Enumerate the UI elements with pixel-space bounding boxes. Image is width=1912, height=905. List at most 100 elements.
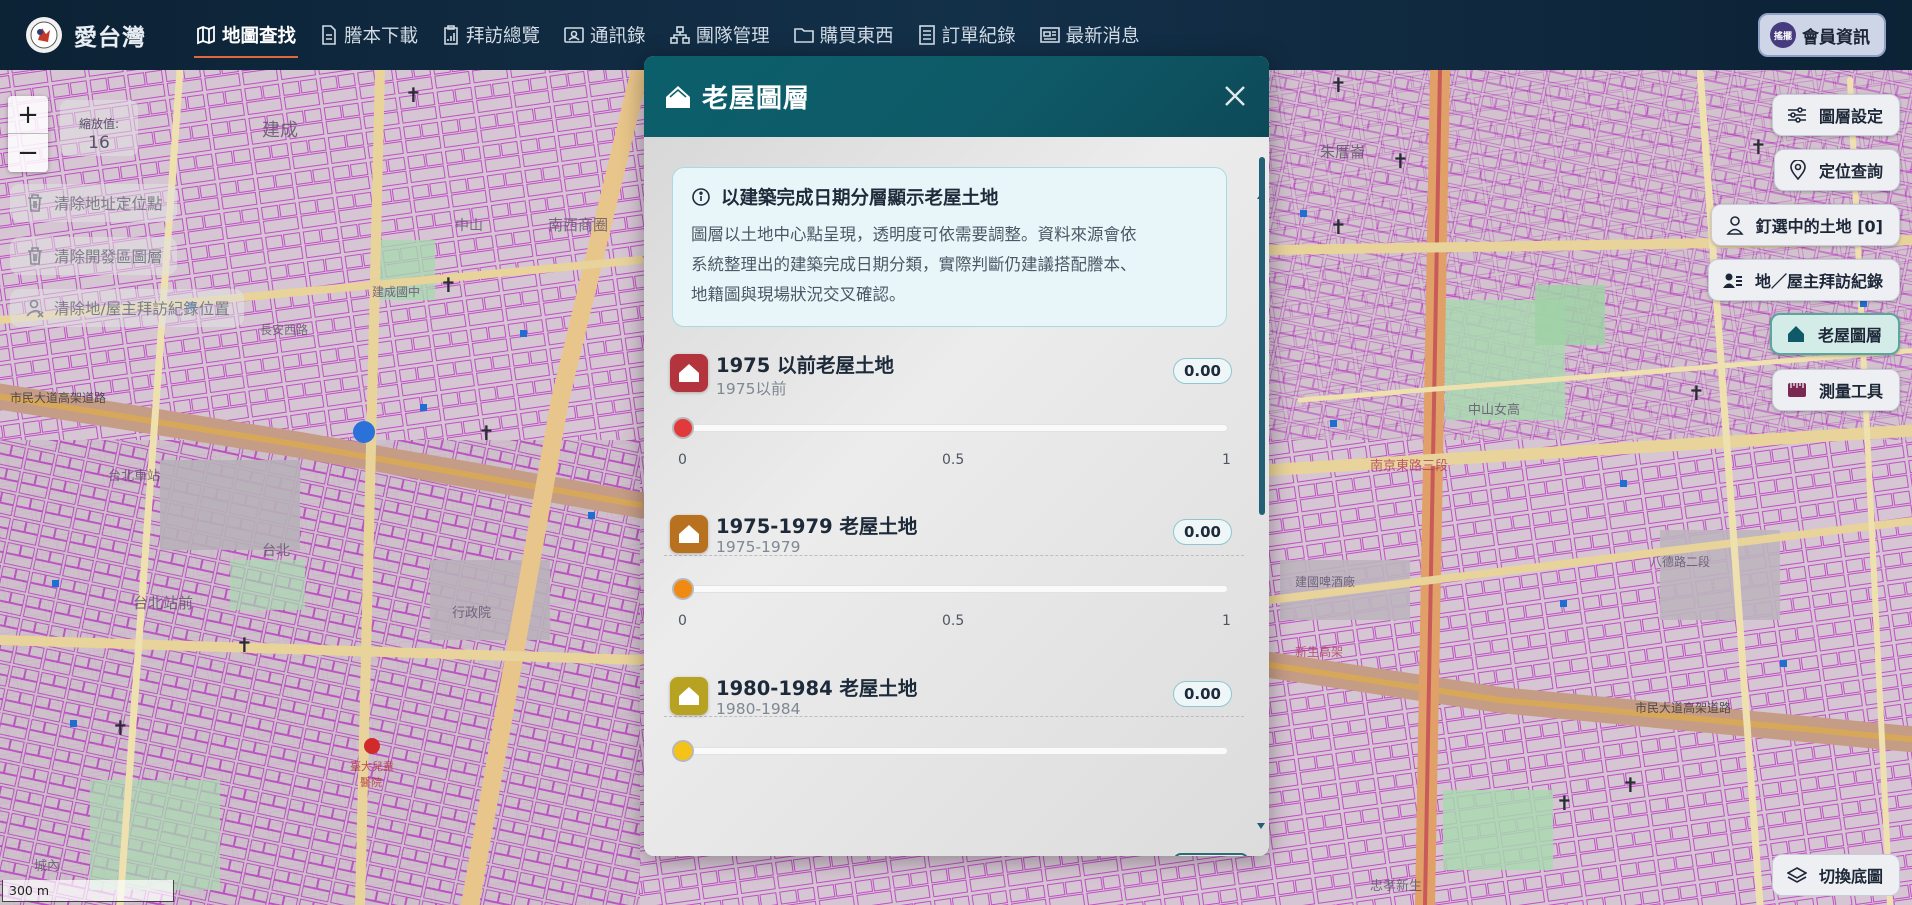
sliders-icon — [1787, 107, 1806, 123]
svg-text:✝: ✝ — [1556, 791, 1573, 815]
switch-basemap-button[interactable]: 切換底圖 — [1771, 854, 1900, 896]
brand[interactable]: 愛台灣 — [26, 17, 184, 53]
switch-basemap-label: 切換底圖 — [1818, 867, 1883, 886]
location-pin-icon — [1790, 160, 1806, 180]
nav-item-label: 訂單紀錄 — [941, 26, 1016, 47]
clear-owner-visit-location-label: 清除地/屋主拜訪紀錄位置 — [54, 300, 230, 318]
svg-text:南西商圈: 南西商圈 — [548, 216, 608, 234]
svg-text:台北站前: 台北站前 — [133, 594, 193, 612]
opacity-value-badge: 0.00 — [1172, 519, 1232, 545]
svg-text:行政院: 行政院 — [452, 606, 491, 621]
info-card-text: 圖層以土地中心點呈現，透明度可依需要調整。資料來源會依 系統整理出的建築完成日期… — [691, 220, 1208, 310]
opacity-slider-thumb[interactable] — [672, 578, 694, 600]
nav-item-label: 最新消息 — [1065, 26, 1140, 47]
zoom-level-label: 縮放值: — [78, 117, 120, 131]
opacity-value-badge: 0.00 — [1172, 681, 1232, 707]
slider-tick-label: 0.5 — [942, 613, 965, 629]
owner-visit-records-button[interactable]: 地／屋主拜訪紀錄 — [1707, 259, 1900, 301]
avatar: 搖擺 — [1770, 22, 1796, 48]
svg-text:中山女高: 中山女高 — [1468, 402, 1520, 418]
old-house-layer-modal: 老屋圖層 以建築完成日期分層顯示老屋土地 圖層以土地中心點呈現，透明度可依需要調… — [644, 56, 1269, 856]
svg-text:臺大兒童: 臺大兒童 — [350, 759, 394, 773]
svg-text:✝: ✝ — [236, 633, 253, 657]
contact-card-icon — [564, 27, 584, 43]
team-tree-icon — [669, 26, 690, 44]
svg-text:長安西路: 長安西路 — [260, 322, 308, 337]
svg-text:✝: ✝ — [1622, 773, 1639, 797]
house-icon — [1787, 326, 1804, 342]
person-pin-icon — [1726, 216, 1744, 235]
receipt-icon — [918, 25, 935, 45]
slider-tick-label: 1 — [1222, 613, 1231, 629]
owner-visit-records-label: 地／屋主拜訪紀錄 — [1754, 272, 1883, 291]
nav-item-label: 拜訪總覽 — [466, 26, 541, 47]
svg-text:✝: ✝ — [478, 421, 495, 445]
slider-tick-label: 0 — [678, 613, 687, 629]
trash-icon — [28, 247, 42, 265]
nav-item-visit-overview[interactable]: 拜訪總覽 — [430, 0, 552, 70]
scroll-up-arrow-icon[interactable] — [1257, 193, 1265, 199]
close-icon[interactable] — [1219, 80, 1251, 112]
layer-settings-label: 圖層設定 — [1818, 107, 1883, 126]
layer-settings-button[interactable]: 圖層設定 — [1771, 94, 1900, 136]
nav-item-map-search[interactable]: 地圖查找 — [184, 0, 308, 70]
nav-item-transcript-download[interactable]: 謄本下載 — [308, 0, 430, 70]
modal-body: 以建築完成日期分層顯示老屋土地 圖層以土地中心點呈現，透明度可依需要調整。資料來… — [644, 137, 1269, 856]
opacity-value-badge: 0.00 — [1172, 358, 1232, 384]
member-info-button[interactable]: 搖擺 會員資訊 — [1758, 13, 1886, 57]
info-card-line: 系統整理出的建築完成日期分類，實際判斷仍建議搭配謄本、 — [691, 255, 1137, 274]
scroll-down-arrow-icon[interactable] — [1257, 823, 1265, 829]
zoom-level-display: 縮放值: 16 — [60, 100, 138, 156]
ruler-icon — [1787, 383, 1806, 397]
svg-text:✝: ✝ — [1330, 73, 1347, 97]
close-button[interactable]: 關閉 — [1173, 853, 1249, 856]
location-search-label: 定位查詢 — [1818, 162, 1883, 181]
layer-subtitle: 1975以前 — [716, 380, 787, 398]
slider-tick-label: 0.5 — [942, 452, 965, 468]
layer-title: 1975-1979 老屋土地 — [716, 515, 918, 538]
info-card-title: 以建築完成日期分層顯示老屋土地 — [721, 188, 999, 209]
opacity-slider-track[interactable] — [682, 585, 1228, 593]
house-icon — [666, 85, 690, 108]
svg-text:新生高架: 新生高架 — [1295, 644, 1343, 659]
nav-item-contacts[interactable]: 通訊錄 — [552, 0, 658, 70]
old-house-layer-button[interactable]: 老屋圖層 — [1769, 313, 1900, 355]
svg-text:市民大道高架道路: 市民大道高架道路 — [10, 390, 106, 405]
clear-development-layer-label: 清除開發區圖層 — [54, 248, 163, 266]
clear-owner-visit-location-button[interactable]: 清除地/屋主拜訪紀錄位置 — [10, 289, 244, 327]
zoom-out-button[interactable]: − — [8, 134, 48, 172]
pinned-land-button[interactable]: 釘選中的土地 [0] — [1710, 204, 1900, 246]
clear-development-layer-button[interactable]: 清除開發區圖層 — [10, 237, 177, 275]
location-search-button[interactable]: 定位查詢 — [1773, 149, 1900, 191]
svg-text:✝: ✝ — [1750, 135, 1767, 159]
svg-text:台北: 台北 — [262, 543, 290, 559]
layer-title: 1975 以前老屋土地 — [716, 354, 895, 377]
layer-subtitle: 1975-1979 — [716, 538, 801, 556]
svg-text:中山: 中山 — [455, 218, 483, 234]
modal-header: 老屋圖層 — [644, 56, 1269, 137]
slider-tick-label: 1 — [1222, 452, 1231, 468]
measure-tool-button[interactable]: 測量工具 — [1771, 369, 1900, 411]
zoom-level-value: 16 — [88, 133, 110, 153]
opacity-slider-track[interactable] — [682, 747, 1228, 755]
slider-tick-label: 0 — [678, 452, 687, 468]
user-clear-icon — [26, 299, 44, 318]
svg-text:醫院: 醫院 — [360, 775, 382, 789]
svg-text:✝: ✝ — [1392, 149, 1409, 173]
opacity-slider-thumb[interactable] — [672, 417, 694, 439]
users-icon — [1722, 273, 1742, 288]
nav-item-label: 團隊管理 — [695, 26, 770, 47]
info-card: 以建築完成日期分層顯示老屋土地 圖層以土地中心點呈現，透明度可依需要調整。資料來… — [672, 167, 1227, 327]
svg-text:市民大道高架道路: 市民大道高架道路 — [1635, 700, 1731, 715]
opacity-slider-track[interactable] — [682, 424, 1228, 432]
svg-text:✝: ✝ — [1688, 381, 1705, 405]
map-scale-bar: 300 m — [2, 880, 174, 902]
info-card-title-row: 以建築完成日期分層顯示老屋土地 — [691, 184, 1208, 210]
clear-address-pin-button[interactable]: 清除地址定位點 — [10, 184, 177, 222]
zoom-in-button[interactable]: + — [8, 96, 48, 134]
svg-text:南京東路三段: 南京東路三段 — [1370, 458, 1448, 474]
svg-text:忠孝新生: 忠孝新生 — [1370, 878, 1422, 894]
opacity-slider-thumb[interactable] — [672, 740, 694, 762]
svg-text:城內: 城內 — [34, 859, 60, 874]
modal-scrollbar-thumb[interactable] — [1259, 157, 1265, 515]
